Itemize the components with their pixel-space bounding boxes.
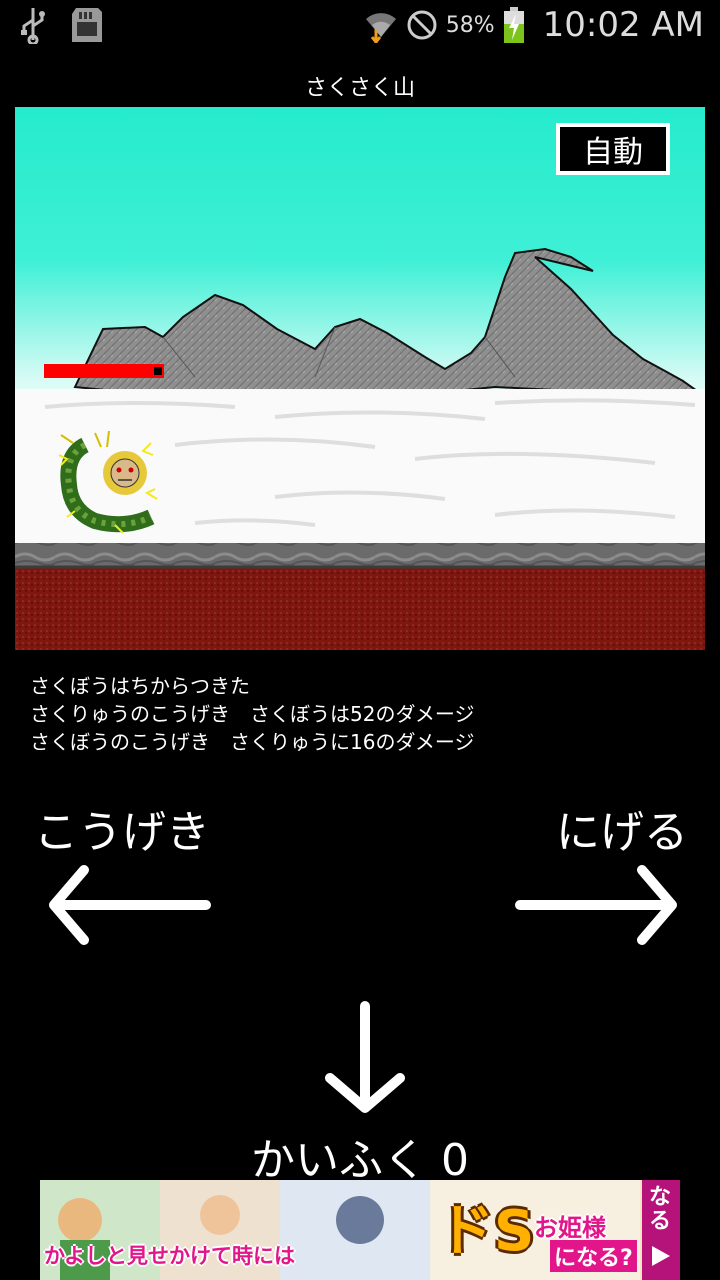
usb-icon: [21, 8, 45, 44]
battle-scene: 自動: [15, 107, 705, 650]
sd-card-icon: [72, 8, 102, 42]
ad-text-right-1: お姫様: [534, 1214, 606, 1242]
status-bar: 58% 10:02 AM: [0, 0, 720, 50]
clock: 10:02 AM: [542, 5, 704, 45]
auto-battle-button[interactable]: 自動: [556, 123, 670, 175]
ad-banner[interactable]: かよしと見せかけて時には ドS お姫様 になる? なる: [40, 1180, 680, 1280]
ad-text-right-2: になる?: [550, 1240, 637, 1272]
enemy-hp-bar: [44, 364, 164, 378]
status-left-icons: [20, 0, 104, 50]
battle-background: [15, 107, 705, 650]
no-signal-icon: [407, 10, 437, 40]
battery-percent: 58%: [445, 12, 495, 38]
log-line: さくぼうはちからつきた: [30, 674, 250, 698]
ad-text-left: かよしと見せかけて時には: [44, 1244, 295, 1268]
status-right: 58% 10:02 AM: [364, 0, 704, 50]
hp-bar-marker: [154, 367, 162, 375]
left-arrow-icon[interactable]: [46, 860, 216, 950]
dragon-enemy-sprite: [58, 430, 158, 534]
log-line: さくりゅうのこうげき さくぼうは52のダメージ: [30, 702, 475, 726]
right-arrow-icon[interactable]: [510, 860, 680, 950]
attack-label[interactable]: こうげき: [34, 796, 210, 860]
flee-label[interactable]: にげる: [556, 796, 688, 860]
battle-log: さくぼうはちからつきた さくりゅうのこうげき さくぼうは52のダメージ さくぼう…: [30, 672, 474, 756]
location-title: さくさく山: [304, 76, 415, 101]
down-arrow-icon[interactable]: [320, 998, 410, 1118]
log-line: さくぼうのこうげき さくりゅうに16のダメージ: [30, 730, 475, 754]
heal-label[interactable]: かいふく 0: [0, 1124, 720, 1188]
battery-charging-icon: [503, 7, 524, 43]
ad-side-text: なる: [649, 1185, 672, 1234]
ad-text-big: ドS: [438, 1199, 535, 1264]
wifi-icon: [365, 13, 396, 43]
